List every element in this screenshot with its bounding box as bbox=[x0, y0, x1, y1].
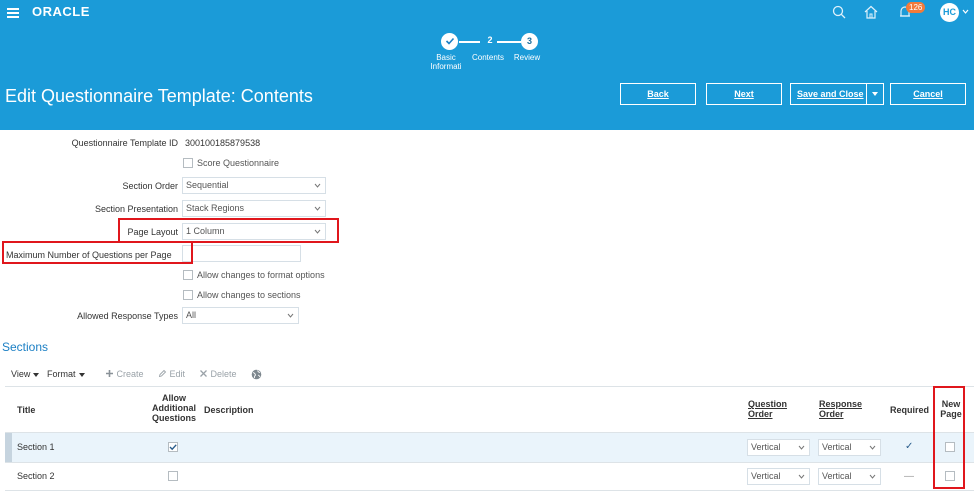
column-header-allow-additional[interactable]: Allow Additional Questions bbox=[150, 393, 198, 423]
column-header-title[interactable]: Title bbox=[17, 405, 35, 415]
allow-additional-checkbox[interactable] bbox=[168, 471, 178, 481]
checkmark-icon bbox=[169, 444, 177, 451]
create-button[interactable]: Create bbox=[105, 369, 144, 379]
plus-icon bbox=[106, 370, 113, 377]
allowed-response-types-select[interactable]: All bbox=[182, 307, 299, 324]
train-step-basic-information[interactable] bbox=[441, 33, 458, 50]
highlight-page-layout bbox=[118, 218, 339, 243]
question-order-select[interactable]: Vertical bbox=[747, 468, 810, 485]
delete-button[interactable]: Delete bbox=[199, 369, 237, 379]
score-questionnaire-checkbox[interactable] bbox=[183, 158, 193, 168]
train-step-contents: 2 bbox=[487, 35, 493, 45]
allow-section-changes-checkbox[interactable] bbox=[183, 290, 193, 300]
column-header-required[interactable]: Required bbox=[890, 405, 929, 415]
template-id-label: Questionnaire Template ID bbox=[71, 138, 178, 148]
sections-heading: Sections bbox=[2, 340, 49, 354]
allow-format-changes-checkbox[interactable] bbox=[183, 270, 193, 280]
train-connector bbox=[497, 41, 521, 43]
page-title: Edit Questionnaire Template: Contents bbox=[5, 86, 313, 106]
response-order-select[interactable]: Vertical bbox=[818, 468, 881, 485]
required-indicator: — bbox=[904, 471, 914, 482]
row-selection-marker bbox=[5, 433, 12, 462]
global-header: ORACLE 126 HC bbox=[0, 0, 974, 24]
back-button[interactable]: Back bbox=[620, 83, 696, 105]
section-order-select[interactable]: Sequential bbox=[182, 177, 326, 194]
table-top-border bbox=[5, 386, 974, 387]
user-avatar[interactable]: HC bbox=[940, 3, 959, 22]
highlight-new-page-column bbox=[933, 386, 965, 489]
search-icon[interactable] bbox=[831, 4, 847, 20]
delete-x-icon bbox=[200, 370, 207, 377]
row-title: Section 2 bbox=[17, 471, 55, 481]
oracle-logo: ORACLE bbox=[32, 4, 90, 19]
score-questionnaire-label: Score Questionnaire bbox=[197, 158, 280, 168]
train-step-label: Review bbox=[513, 53, 541, 62]
view-menu[interactable]: View bbox=[11, 369, 40, 379]
chevron-down-icon bbox=[287, 313, 294, 318]
caret-down-icon bbox=[33, 372, 40, 377]
row-title: Section 1 bbox=[17, 442, 55, 452]
allow-format-changes-label: Allow changes to format options bbox=[197, 270, 325, 280]
chevron-down-icon bbox=[869, 474, 876, 479]
page-header: 2 3 Basic Informati Contents Review Edit… bbox=[0, 24, 974, 130]
globe-icon[interactable] bbox=[251, 369, 262, 380]
row-divider bbox=[5, 490, 974, 491]
column-header-response-order[interactable]: Response Order bbox=[819, 399, 867, 419]
allow-additional-checkbox[interactable] bbox=[168, 442, 178, 452]
chevron-down-icon bbox=[798, 445, 805, 450]
required-indicator: ✓ bbox=[905, 441, 914, 452]
chevron-down-icon bbox=[798, 474, 805, 479]
column-header-question-order[interactable]: Question Order bbox=[748, 399, 796, 419]
section-presentation-label: Section Presentation bbox=[94, 204, 178, 214]
notification-badge: 126 bbox=[906, 2, 926, 13]
save-menu-chevron-icon[interactable] bbox=[866, 83, 884, 105]
home-icon[interactable] bbox=[863, 4, 879, 20]
train-connector bbox=[459, 41, 480, 43]
question-order-select[interactable]: Vertical bbox=[747, 439, 810, 456]
chevron-down-icon[interactable] bbox=[962, 8, 969, 15]
next-button[interactable]: Next bbox=[706, 83, 782, 105]
allow-section-changes-label: Allow changes to sections bbox=[197, 290, 301, 300]
cancel-button[interactable]: Cancel bbox=[890, 83, 966, 105]
menu-icon[interactable] bbox=[7, 8, 19, 18]
max-questions-input[interactable] bbox=[182, 245, 301, 262]
checkmark-icon bbox=[445, 37, 454, 45]
train-step-review[interactable]: 3 bbox=[521, 33, 538, 50]
row-divider bbox=[5, 462, 974, 463]
train-step-label: Basic Informati bbox=[430, 53, 462, 71]
chevron-down-icon bbox=[314, 206, 321, 211]
allowed-response-types-label: Allowed Response Types bbox=[77, 311, 178, 321]
caret-down-icon bbox=[78, 372, 85, 377]
section-order-label: Section Order bbox=[122, 181, 178, 191]
chevron-down-icon bbox=[869, 445, 876, 450]
chevron-down-icon bbox=[314, 183, 321, 188]
template-id-value: 300100185879538 bbox=[185, 138, 261, 148]
section-presentation-select[interactable]: Stack Regions bbox=[182, 200, 326, 217]
response-order-select[interactable]: Vertical bbox=[818, 439, 881, 456]
column-header-description[interactable]: Description bbox=[204, 405, 254, 415]
edit-button[interactable]: Edit bbox=[158, 369, 185, 379]
train-step-label: Contents bbox=[471, 53, 505, 62]
highlight-max-questions bbox=[2, 241, 193, 264]
pencil-icon bbox=[158, 369, 167, 378]
format-menu[interactable]: Format bbox=[47, 369, 85, 379]
